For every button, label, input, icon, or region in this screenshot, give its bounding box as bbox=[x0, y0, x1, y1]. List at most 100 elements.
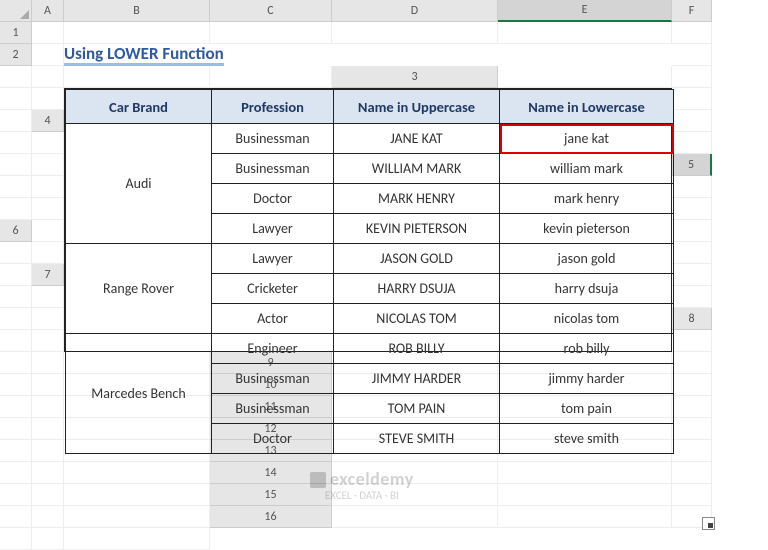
cell-profession[interactable]: Cricketer bbox=[212, 274, 334, 304]
col-header-F[interactable]: F bbox=[672, 0, 712, 22]
cell-E16[interactable] bbox=[32, 528, 64, 550]
cell-D5[interactable] bbox=[0, 198, 32, 220]
cell-C11[interactable] bbox=[672, 396, 712, 418]
th-upper[interactable]: Name in Uppercase bbox=[334, 90, 500, 124]
cell-E2[interactable] bbox=[64, 66, 210, 88]
cell-D11[interactable] bbox=[0, 418, 32, 440]
cell-E7[interactable] bbox=[0, 308, 32, 330]
cell-D2[interactable] bbox=[32, 66, 64, 88]
cell-A5[interactable] bbox=[0, 176, 32, 198]
cell-B16[interactable] bbox=[498, 506, 672, 528]
cell-D15[interactable] bbox=[0, 506, 32, 528]
cell-lower[interactable]: harry dsuja bbox=[500, 274, 674, 304]
select-all-corner[interactable] bbox=[0, 0, 32, 22]
cell-A6[interactable] bbox=[32, 220, 64, 242]
cell-D6[interactable] bbox=[32, 242, 64, 264]
cell-upper[interactable]: ROB BILLY bbox=[334, 334, 500, 364]
cell-upper[interactable]: JIMMY HARDER bbox=[334, 364, 500, 394]
cell-A3[interactable] bbox=[498, 66, 672, 88]
cell-C13[interactable] bbox=[672, 440, 712, 462]
cell-upper[interactable]: STEVE SMITH bbox=[334, 424, 500, 454]
cell-B15[interactable] bbox=[498, 484, 672, 506]
row-header-6[interactable]: 6 bbox=[0, 220, 32, 242]
cell-C3[interactable] bbox=[0, 88, 32, 110]
col-header-A[interactable]: A bbox=[32, 0, 64, 22]
cell-profession[interactable]: Lawyer bbox=[212, 244, 334, 274]
cell-E4[interactable] bbox=[0, 154, 32, 176]
cell-C5[interactable] bbox=[672, 176, 712, 198]
cell-lower[interactable]: nicolas tom bbox=[500, 304, 674, 334]
cell-C12[interactable] bbox=[672, 418, 712, 440]
row-header-14[interactable]: 14 bbox=[210, 462, 332, 484]
th-brand[interactable]: Car Brand bbox=[66, 90, 212, 124]
cell-A1[interactable] bbox=[32, 22, 64, 44]
cell-D10[interactable] bbox=[0, 396, 32, 418]
cell-E12[interactable] bbox=[32, 440, 64, 462]
fill-handle-icon[interactable] bbox=[702, 517, 715, 530]
cell-lower[interactable]: steve smith bbox=[500, 424, 674, 454]
row-header-8[interactable]: 8 bbox=[672, 308, 712, 330]
cell-C14[interactable] bbox=[672, 462, 712, 484]
cell-D14[interactable] bbox=[0, 484, 32, 506]
row-header-1[interactable]: 1 bbox=[0, 22, 32, 44]
cell-D9[interactable] bbox=[0, 374, 32, 396]
cell-profession[interactable]: Businessman bbox=[212, 154, 334, 184]
cell-E15[interactable] bbox=[32, 506, 64, 528]
cell-F15[interactable] bbox=[64, 506, 210, 528]
cell-A2[interactable] bbox=[32, 44, 64, 66]
cell-E14[interactable] bbox=[32, 484, 64, 506]
cell-B8[interactable] bbox=[32, 330, 64, 352]
cell-profession[interactable]: Businessman bbox=[212, 364, 334, 394]
cell-upper[interactable]: NICOLAS TOM bbox=[334, 304, 500, 334]
row-header-7[interactable]: 7 bbox=[32, 264, 64, 286]
cell-D8[interactable] bbox=[0, 352, 32, 374]
row-header-16[interactable]: 16 bbox=[210, 506, 332, 528]
cell-C1[interactable] bbox=[210, 22, 332, 44]
cell-A15[interactable] bbox=[332, 484, 498, 506]
cell-brand[interactable]: Range Rover bbox=[66, 244, 212, 334]
cell-B6[interactable] bbox=[672, 220, 712, 242]
cell-A8[interactable] bbox=[0, 330, 32, 352]
cell-profession[interactable]: Doctor bbox=[212, 424, 334, 454]
col-header-B[interactable]: B bbox=[64, 0, 210, 22]
row-header-3[interactable]: 3 bbox=[332, 66, 498, 88]
row-header-2[interactable]: 2 bbox=[0, 44, 32, 66]
cell-F16[interactable] bbox=[64, 528, 210, 550]
row-header-4[interactable]: 4 bbox=[32, 110, 64, 132]
cell-C10[interactable] bbox=[672, 374, 712, 396]
cell-F14[interactable] bbox=[64, 484, 210, 506]
cell-A16[interactable] bbox=[332, 506, 498, 528]
cell-B7[interactable] bbox=[0, 286, 32, 308]
cell-upper[interactable]: JANE KAT bbox=[334, 124, 500, 154]
cell-B4[interactable] bbox=[0, 132, 32, 154]
cell-upper[interactable]: HARRY DSUJA bbox=[334, 274, 500, 304]
col-header-E[interactable]: E bbox=[498, 0, 672, 22]
th-lower[interactable]: Name in Lowercase bbox=[500, 90, 674, 124]
cell-lower[interactable]: william mark bbox=[500, 154, 674, 184]
cell-C2[interactable] bbox=[0, 66, 32, 88]
cell-C7[interactable] bbox=[32, 286, 64, 308]
cell-A14[interactable] bbox=[332, 462, 498, 484]
th-profession[interactable]: Profession bbox=[212, 90, 334, 124]
cell-D12[interactable] bbox=[0, 440, 32, 462]
cell-upper[interactable]: KEVIN PIETERSON bbox=[334, 214, 500, 244]
cell-profession[interactable]: Businessman bbox=[212, 394, 334, 424]
cell-F2[interactable] bbox=[210, 66, 332, 88]
cell-D16[interactable] bbox=[0, 528, 32, 550]
cell-E8[interactable] bbox=[32, 352, 64, 374]
cell-C6[interactable] bbox=[0, 242, 32, 264]
cell-D1[interactable] bbox=[332, 22, 498, 44]
row-header-5[interactable]: 5 bbox=[672, 154, 712, 176]
cell-lower[interactable]: jason gold bbox=[500, 244, 674, 274]
cell-F1[interactable] bbox=[672, 22, 712, 44]
cell-profession[interactable]: Actor bbox=[212, 304, 334, 334]
cell-E13[interactable] bbox=[32, 462, 64, 484]
cell-lower[interactable]: kevin pieterson bbox=[500, 214, 674, 244]
cell-C9[interactable] bbox=[672, 352, 712, 374]
cell-brand[interactable]: Audi bbox=[66, 124, 212, 244]
cell-A7[interactable] bbox=[672, 264, 712, 286]
cell-B5[interactable] bbox=[32, 176, 64, 198]
cell-F7[interactable] bbox=[32, 308, 64, 330]
cell-upper[interactable]: TOM PAIN bbox=[334, 394, 500, 424]
cell-brand[interactable]: Marcedes Bench bbox=[66, 334, 212, 454]
